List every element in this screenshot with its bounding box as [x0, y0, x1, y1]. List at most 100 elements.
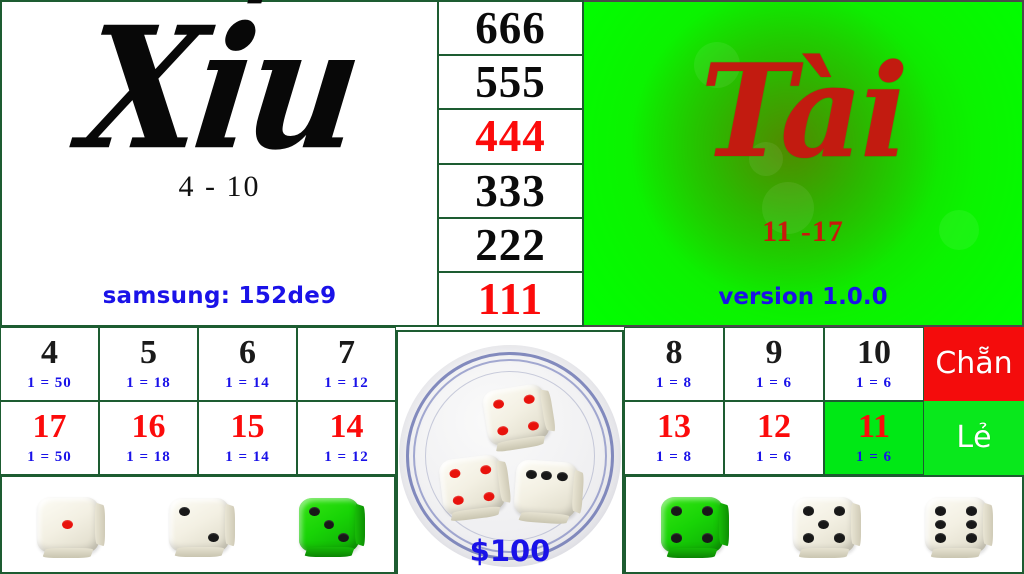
plate-die-3	[513, 458, 584, 525]
bet-cell-even[interactable]: Chẵn	[924, 327, 1024, 401]
dice-plate-panel[interactable]: $100	[396, 330, 624, 574]
bet-row-low: 4 1 = 50 5 1 = 18 6 1 = 14 7 1 = 12	[0, 327, 396, 401]
number-cell-666[interactable]: 666	[439, 2, 582, 57]
pip	[671, 533, 683, 543]
bet-odds: 1 = 6	[755, 449, 793, 465]
bet-row-high: 17 1 = 50 16 1 = 18 15 1 = 14 14 1 = 12	[0, 401, 396, 475]
bet-cell-10[interactable]: 10 1 = 6	[824, 327, 924, 401]
plate-die-2	[437, 453, 512, 522]
bet-number: 17	[32, 408, 67, 445]
die-3-green[interactable]	[299, 497, 365, 557]
xiu-panel[interactable]: Xỉu 4 - 10 samsung: 152de9	[0, 0, 437, 327]
bet-cell-7[interactable]: 7 1 = 12	[297, 327, 396, 401]
bet-cell-16[interactable]: 16 1 = 18	[99, 401, 198, 475]
bet-odds: 1 = 12	[324, 375, 369, 391]
pip	[541, 470, 553, 481]
pip	[178, 507, 190, 517]
bet-grid-right: 8 1 = 8 9 1 = 6 10 1 = 6 Chẵn 13 1 = 8 1…	[624, 327, 1024, 475]
die-6-black[interactable]	[925, 496, 993, 559]
pip	[525, 469, 538, 480]
version-label: version 1.0.0	[718, 284, 888, 310]
bet-number: 13	[657, 408, 691, 445]
bet-number: 11	[857, 408, 891, 445]
pip	[935, 533, 947, 543]
bet-number: 14	[329, 408, 364, 445]
bet-cell-odd[interactable]: Lẻ	[924, 401, 1024, 475]
tai-logo-text: Tài	[700, 37, 909, 187]
bet-odds: 1 = 8	[655, 449, 693, 465]
plate-inner-ring	[425, 371, 595, 541]
numbers-column: 666 555 444 333 222 111	[437, 0, 584, 327]
bet-odds: 1 = 8	[655, 375, 693, 391]
bet-number: 5	[140, 334, 157, 371]
pip	[526, 420, 540, 432]
bet-cell-5[interactable]: 5 1 = 18	[99, 327, 198, 401]
pip	[833, 506, 845, 516]
pip	[492, 398, 505, 410]
bet-cell-11[interactable]: 11 1 = 6	[824, 401, 924, 475]
odd-label: Lẻ	[956, 420, 992, 455]
bet-number: 15	[230, 408, 265, 445]
bet-cell-12[interactable]: 12 1 = 6	[724, 401, 824, 475]
pip	[482, 490, 495, 502]
bet-cell-14[interactable]: 14 1 = 12	[297, 401, 396, 475]
number-cell-333[interactable]: 333	[439, 165, 582, 219]
pip	[965, 533, 977, 543]
bet-number: 8	[665, 334, 683, 371]
bet-grid-left: 4 1 = 50 5 1 = 18 6 1 = 14 7 1 = 12 17 1…	[0, 327, 396, 475]
pip	[701, 533, 713, 543]
die-4-green[interactable]	[661, 496, 729, 559]
pip	[965, 519, 977, 530]
number-cell-444[interactable]: 444	[439, 110, 582, 165]
pip	[338, 532, 350, 542]
bet-odds: 1 = 50	[27, 375, 72, 391]
bet-odds: 1 = 18	[126, 449, 171, 465]
pip	[479, 464, 492, 476]
bet-odds: 1 = 6	[855, 375, 893, 391]
bet-cell-9[interactable]: 9 1 = 6	[724, 327, 824, 401]
pip	[803, 506, 815, 516]
even-label: Chẵn	[935, 346, 1013, 381]
pip	[496, 424, 510, 437]
bet-number: 9	[765, 334, 783, 371]
number-cell-111[interactable]: 111	[439, 273, 582, 325]
pip	[62, 519, 74, 530]
bet-cell-15[interactable]: 15 1 = 14	[198, 401, 297, 475]
bet-cell-6[interactable]: 6 1 = 14	[198, 327, 297, 401]
pip	[965, 506, 977, 516]
pip	[556, 471, 568, 482]
bet-cell-4[interactable]: 4 1 = 50	[0, 327, 99, 401]
number-cell-222[interactable]: 222	[439, 219, 582, 273]
bet-row-high: 13 1 = 8 12 1 = 6 11 1 = 6 Lẻ	[624, 401, 1024, 475]
number-cell-555[interactable]: 555	[439, 56, 582, 111]
die-5-black[interactable]	[793, 496, 861, 559]
bet-odds: 1 = 6	[755, 375, 793, 391]
pip	[818, 519, 830, 530]
pip	[449, 468, 462, 480]
bet-odds: 1 = 12	[324, 449, 369, 465]
tai-xiu-game-screen: Xỉu 4 - 10 samsung: 152de9 666 555 444 3…	[0, 0, 1024, 574]
bet-number: 7	[338, 334, 355, 371]
bet-row-low: 8 1 = 8 9 1 = 6 10 1 = 6 Chẵn	[624, 327, 1024, 401]
bet-cell-13[interactable]: 13 1 = 8	[624, 401, 724, 475]
bet-cell-8[interactable]: 8 1 = 8	[624, 327, 724, 401]
dice-strip-right	[624, 475, 1024, 574]
pip	[803, 533, 815, 543]
xiu-logo-text: Xỉu	[72, 0, 367, 188]
bet-odds: 1 = 14	[225, 375, 270, 391]
tai-panel[interactable]: Tài 11 -17 version 1.0.0	[584, 0, 1024, 327]
bet-odds: 1 = 18	[126, 375, 171, 391]
bet-number: 12	[757, 408, 791, 445]
tai-range-label: 11 -17	[762, 215, 844, 248]
die-1-red[interactable]	[37, 496, 105, 559]
pip	[671, 506, 683, 516]
bet-number: 16	[131, 408, 166, 445]
bet-cell-17[interactable]: 17 1 = 50	[0, 401, 99, 475]
die-2-black[interactable]	[169, 497, 235, 557]
bet-amount-label: $100	[469, 534, 551, 568]
top-banner-area: Xỉu 4 - 10 samsung: 152de9 666 555 444 3…	[0, 0, 1024, 327]
bet-odds: 1 = 14	[225, 449, 270, 465]
pip	[308, 507, 320, 517]
device-id-label: samsung: 152de9	[102, 283, 337, 309]
pip	[208, 532, 220, 542]
